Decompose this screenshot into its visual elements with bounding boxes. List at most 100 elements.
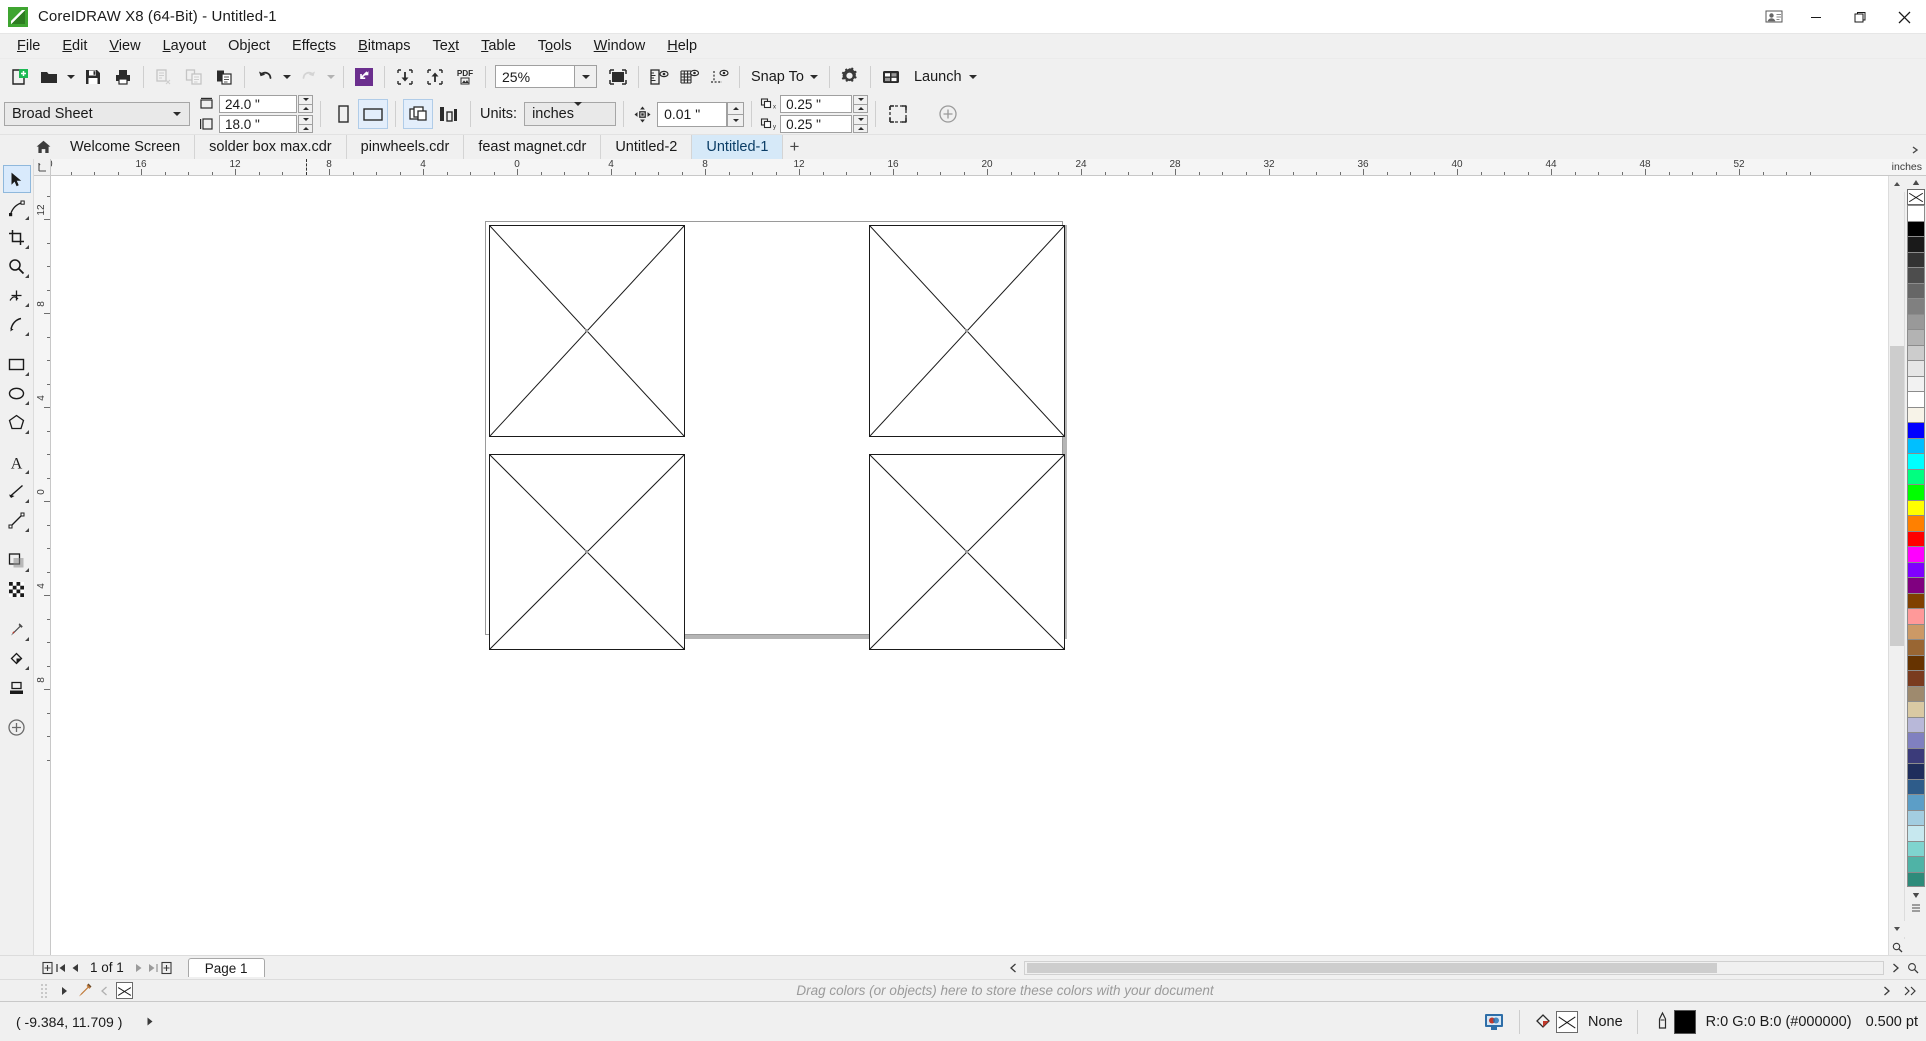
palette-swatch[interactable] [1906,747,1925,763]
scroll-left-icon[interactable] [94,981,114,1001]
menu-window[interactable]: Window [583,34,657,58]
menu-file[interactable]: File [6,34,51,58]
smart-fill-tool[interactable] [3,673,31,701]
color-proof-settings-icon[interactable] [1481,1009,1507,1035]
menu-object[interactable]: Object [217,34,281,58]
page-width-input[interactable]: 24.0 " [219,95,297,113]
palette-swatch[interactable] [1906,220,1925,236]
palette-swatch[interactable] [1906,685,1925,701]
nudge-spinner[interactable] [727,101,745,127]
palette-swatch[interactable] [1906,453,1925,469]
palette-swatch[interactable] [1906,360,1925,376]
palette-swatch[interactable] [1906,530,1925,546]
more-colors-icon[interactable] [1900,981,1920,1001]
palette-swatch[interactable] [1906,406,1925,422]
outline-color-swatch[interactable] [1673,1009,1696,1034]
horizontal-scrollbar[interactable] [1024,960,1884,975]
duplicate-distance-x-input[interactable]: 0.25 " [780,95,853,113]
snap-to-dropdown[interactable]: Snap To [745,62,824,92]
palette-swatch[interactable] [1906,732,1925,748]
tab-pinwheels[interactable]: pinwheels.cdr [346,135,465,159]
undo-dropdown-caret-icon[interactable] [280,62,294,92]
vertical-scrollbar[interactable] [1888,176,1905,955]
palette-swatch[interactable] [1906,794,1925,810]
ellipse-tool[interactable] [3,379,31,407]
minimize-button[interactable] [1794,0,1838,34]
tab-bar-overflow-caret-icon[interactable] [1910,144,1922,156]
zoom-dropdown-caret-icon[interactable] [575,65,597,88]
page-tab-page-1[interactable]: Page 1 [187,958,265,977]
close-button[interactable] [1882,0,1926,34]
application-launcher-icon[interactable] [876,62,906,92]
outline-pen-icon[interactable] [1652,1010,1674,1034]
previous-page-icon[interactable] [68,959,82,977]
landscape-orientation-icon[interactable] [358,99,388,129]
palette-swatch[interactable] [1906,344,1925,360]
pick-tool[interactable] [2,165,31,193]
interactive-fill-tool[interactable] [3,644,31,672]
fill-color-swatch[interactable] [1556,1010,1578,1033]
palette-swatch[interactable] [1906,298,1925,314]
menu-table[interactable]: Table [470,34,527,58]
menu-text[interactable]: Text [422,34,471,58]
eyedropper-icon[interactable] [74,981,94,1001]
crop-tool[interactable] [3,223,31,251]
full-screen-preview-icon[interactable] [603,62,633,92]
show-guides-icon[interactable] [704,62,734,92]
palette-swatch[interactable] [1906,716,1925,732]
palette-scroll-up-icon[interactable] [1907,176,1925,189]
menu-bitmaps[interactable]: Bitmaps [347,34,421,58]
drawing-canvas[interactable] [51,176,1888,955]
menu-view[interactable]: View [98,34,151,58]
horizontal-scroll-thumb[interactable] [1027,962,1717,973]
palette-swatch[interactable] [1906,856,1925,872]
palette-swatch[interactable] [1906,701,1925,717]
transparency-tool[interactable] [3,575,31,603]
artistic-media-tool[interactable] [3,310,31,338]
hscroll-right-button[interactable] [1888,959,1902,977]
open-dropdown-caret-icon[interactable] [64,62,78,92]
publish-to-pdf-icon[interactable]: PDF [450,62,480,92]
palette-swatch[interactable] [1906,809,1925,825]
palette-swatch[interactable] [1906,484,1925,500]
show-grid-icon[interactable] [674,62,704,92]
launch-dropdown[interactable]: Launch [906,62,985,92]
zoom-tool[interactable] [3,252,31,280]
palette-swatch[interactable] [1906,592,1925,608]
zoom-to-fit-button[interactable] [1889,939,1905,955]
parallel-dimension-tool[interactable] [3,477,31,505]
add-tool-icon[interactable] [3,713,31,741]
account-icon[interactable] [1754,0,1794,34]
menu-help[interactable]: Help [656,34,708,58]
palette-swatch[interactable] [1906,561,1925,577]
palette-swatch[interactable] [1906,205,1925,221]
open-folder-icon[interactable] [34,62,64,92]
portrait-orientation-icon[interactable] [328,99,358,129]
palette-swatch[interactable] [1906,499,1925,515]
palette-swatch[interactable] [1906,437,1925,453]
zoom-to-page-button[interactable] [1906,959,1920,977]
export-up-arrow-icon[interactable] [420,62,450,92]
palette-swatch[interactable] [1906,468,1925,484]
restore-button[interactable] [1838,0,1882,34]
palette-swatch[interactable] [1906,778,1925,794]
palette-swatch[interactable] [1906,267,1925,283]
palette-swatch[interactable] [1906,236,1925,252]
palette-no-color-swatch[interactable] [1906,189,1925,205]
palette-swatch[interactable] [1906,422,1925,438]
duplicate-x-spinner[interactable] [853,95,869,113]
page-height-spinner[interactable] [298,115,313,133]
import-down-arrow-icon[interactable] [390,62,420,92]
color-palette[interactable] [1904,176,1926,955]
options-gear-icon[interactable] [835,62,865,92]
scroll-up-button[interactable] [1889,176,1905,192]
duplicate-distance-y-input[interactable]: 0.25 " [780,115,853,133]
menu-layout[interactable]: Layout [152,34,218,58]
palette-swatch[interactable] [1906,763,1925,779]
menu-tools[interactable]: Tools [527,34,583,58]
expand-arrow-icon[interactable] [54,981,74,1001]
scroll-right-icon[interactable] [1876,981,1896,1001]
horizontal-ruler[interactable]: inches 201612840481216202428323640444852 [51,159,1926,176]
palette-swatch[interactable] [1906,670,1925,686]
shape-tool[interactable] [3,194,31,222]
